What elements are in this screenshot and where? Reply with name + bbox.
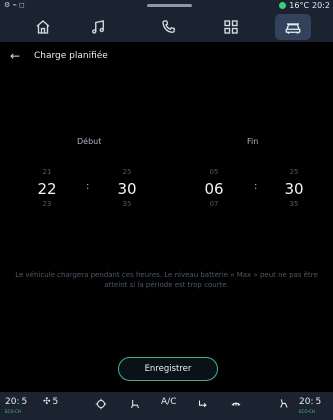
seat-heating-button[interactable] bbox=[94, 397, 108, 411]
apps-icon bbox=[224, 20, 238, 34]
connection-dot-icon bbox=[279, 2, 287, 9]
fan-level: 5 bbox=[52, 397, 59, 407]
end-minute-current[interactable]: 30 bbox=[282, 179, 306, 200]
end-minute-next[interactable]: 35 bbox=[282, 200, 306, 211]
right-temperature-decimal: 5 bbox=[315, 397, 322, 407]
car-icon bbox=[285, 23, 301, 34]
end-minute-picker[interactable]: 25 30 35 bbox=[282, 168, 306, 211]
start-minute-next[interactable]: 35 bbox=[115, 200, 139, 211]
left-temperature-decimal: 5 bbox=[21, 397, 28, 407]
end-hour-current[interactable]: 06 bbox=[202, 179, 226, 200]
seat-ventilation-button[interactable] bbox=[128, 397, 142, 411]
nav-music[interactable] bbox=[80, 14, 116, 40]
right-eco-label: ECO-CH bbox=[299, 409, 315, 414]
nav-phone[interactable] bbox=[151, 14, 187, 40]
recirculation-icon bbox=[198, 400, 207, 408]
save-button[interactable]: Enregistrer bbox=[118, 357, 218, 381]
status-icons-left: ⚙ ⌁ ◻ bbox=[4, 1, 25, 9]
music-icon bbox=[92, 20, 104, 34]
phone-icon bbox=[162, 20, 175, 33]
status-bar: ⚙ ⌁ ◻ 16°C 20:2 bbox=[0, 0, 333, 12]
fan-icon: ✣ bbox=[43, 397, 51, 407]
heated-seat-icon bbox=[95, 398, 107, 410]
end-hour-prev[interactable]: 05 bbox=[202, 168, 226, 179]
clock: 20:2 bbox=[312, 1, 330, 10]
charging-note: Le véhicule chargera pendant ces heures.… bbox=[15, 271, 318, 290]
fan-speed[interactable]: ✣ 5 bbox=[43, 397, 58, 407]
start-minute-picker[interactable]: 25 30 35 bbox=[115, 168, 139, 211]
back-icon[interactable]: ← bbox=[10, 49, 20, 63]
left-temperature-value: 20: bbox=[5, 397, 20, 407]
left-temperature[interactable]: 20: 5 bbox=[5, 397, 27, 407]
page-header: ← Charge planifiée bbox=[0, 47, 333, 69]
start-minute-current[interactable]: 30 bbox=[115, 179, 139, 200]
start-label: Début bbox=[77, 137, 102, 146]
end-time-separator: : bbox=[254, 181, 258, 192]
start-hour-prev[interactable]: 21 bbox=[35, 168, 59, 179]
left-eco-label: ECO-CH bbox=[5, 409, 21, 414]
end-hour-next[interactable]: 07 bbox=[202, 200, 226, 211]
right-temperature-value: 20: bbox=[299, 397, 314, 407]
status-icons-right: 16°C 20:2 bbox=[279, 1, 330, 10]
right-temperature[interactable]: 20: 5 bbox=[299, 397, 321, 407]
ac-button[interactable]: A/C bbox=[161, 397, 176, 407]
nav-home[interactable] bbox=[25, 14, 61, 40]
start-minute-prev[interactable]: 25 bbox=[115, 168, 139, 179]
nav-apps[interactable] bbox=[213, 14, 249, 40]
driver-seat-icon bbox=[280, 399, 288, 408]
bottom-climate-bar: 20: 5 ECO-CH ✣ 5 A/C 20: 5 ECO-CH bbox=[0, 392, 333, 420]
top-handle[interactable] bbox=[147, 4, 192, 7]
start-time-separator: : bbox=[86, 181, 90, 192]
page-title: Charge planifiée bbox=[34, 51, 108, 61]
recirculation-button[interactable] bbox=[196, 397, 210, 411]
top-navigation bbox=[0, 12, 333, 42]
start-hour-next[interactable]: 23 bbox=[35, 200, 59, 211]
end-minute-prev[interactable]: 25 bbox=[282, 168, 306, 179]
end-label: Fin bbox=[247, 137, 259, 146]
driver-seat-button[interactable] bbox=[276, 397, 290, 411]
defrost-button[interactable] bbox=[229, 397, 243, 411]
end-hour-picker[interactable]: 05 06 07 bbox=[202, 168, 226, 211]
defrost-icon bbox=[231, 402, 241, 406]
temperature: 16°C bbox=[289, 1, 310, 10]
start-hour-picker[interactable]: 21 22 23 bbox=[35, 168, 59, 211]
nav-vehicle[interactable] bbox=[275, 14, 311, 40]
start-hour-current[interactable]: 22 bbox=[35, 179, 59, 200]
seat-icon bbox=[131, 399, 139, 409]
home-icon bbox=[36, 20, 50, 34]
